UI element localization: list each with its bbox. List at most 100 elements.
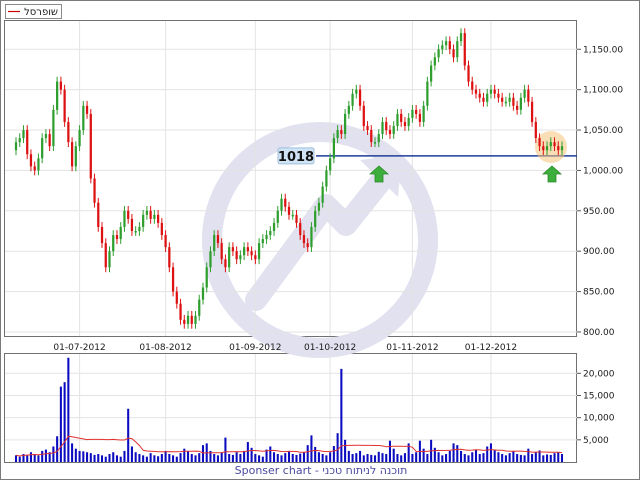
volume-bar xyxy=(224,437,227,462)
volume-bar xyxy=(164,450,167,462)
volume-bar xyxy=(403,453,406,462)
volume-bar xyxy=(359,450,362,462)
volume-bar xyxy=(422,448,425,462)
volume-bar xyxy=(508,453,511,462)
volume-bar xyxy=(269,446,272,462)
volume-bar xyxy=(426,454,429,462)
volume-bar xyxy=(127,408,130,462)
candle xyxy=(52,105,55,152)
volume-bar xyxy=(14,455,18,462)
volume-tick-label: 10,000 xyxy=(583,414,615,424)
volume-bar xyxy=(216,455,219,462)
volume-bar xyxy=(123,450,126,462)
volume-bar xyxy=(501,454,504,462)
volume-bar xyxy=(437,452,440,462)
volume-bar xyxy=(100,455,104,462)
legend-label: שופרסל xyxy=(24,7,58,18)
candle xyxy=(63,84,66,127)
candle xyxy=(70,137,74,172)
price-tick-label: 1,050.00 xyxy=(583,126,623,136)
legend: שופרסל xyxy=(5,4,62,19)
volume-bar xyxy=(138,454,141,462)
volume-bar xyxy=(471,452,474,462)
volume-bar xyxy=(482,453,485,462)
volume-bar xyxy=(168,454,171,462)
date-tick-label: 01-08-2012 xyxy=(139,343,191,353)
candle xyxy=(93,173,96,208)
candle xyxy=(463,28,466,71)
volume-bar xyxy=(332,446,335,462)
volume-bar xyxy=(534,452,537,462)
volume-bar xyxy=(235,452,238,462)
volume-bar xyxy=(497,452,500,462)
volume-bar xyxy=(351,454,354,462)
volume-bar xyxy=(400,455,403,462)
volume-bar xyxy=(280,455,283,462)
volume-bar xyxy=(41,450,44,462)
volume-bar xyxy=(415,452,418,462)
volume-bar xyxy=(86,452,89,462)
volume-bar xyxy=(104,456,107,462)
volume-bar xyxy=(344,439,347,462)
date-tick-label: 01-09-2012 xyxy=(229,343,281,353)
price-tick-label: 850.00 xyxy=(583,288,615,298)
volume-bar xyxy=(261,456,264,462)
candle xyxy=(426,76,429,111)
volume-bar xyxy=(299,453,302,462)
footer-credit: Sponser chart - תוכנה לניתוח טכני xyxy=(235,464,408,477)
support-level-label: 1018 xyxy=(278,150,314,165)
volume-bar xyxy=(37,455,40,462)
volume-bar xyxy=(74,448,77,462)
volume-bar xyxy=(445,454,448,462)
volume-bar xyxy=(26,454,29,462)
volume-bar xyxy=(314,446,317,462)
volume-bar xyxy=(474,449,478,462)
volume-bar xyxy=(52,446,55,462)
volume-bar xyxy=(119,456,122,462)
volume-bar xyxy=(190,454,193,462)
volume-bar xyxy=(493,449,496,462)
volume-bar xyxy=(29,452,32,462)
volume-bar xyxy=(153,455,156,462)
volume-bar xyxy=(489,443,492,462)
volume-bar xyxy=(67,357,70,462)
volume-bar xyxy=(78,450,81,462)
volume-bar xyxy=(186,450,190,462)
volume-bar xyxy=(523,455,526,462)
volume-bar xyxy=(33,454,36,462)
volume-bar xyxy=(336,433,339,462)
price-tick-label: 1,000.00 xyxy=(583,166,623,176)
volume-bar xyxy=(531,454,534,462)
volume-bar xyxy=(71,443,74,462)
price-tick-label: 800.00 xyxy=(583,328,615,338)
volume-bar xyxy=(149,453,152,462)
volume-tick-label: 5,000 xyxy=(583,436,609,446)
volume-bar xyxy=(250,447,253,462)
volume-bar xyxy=(157,456,160,462)
volume-bar xyxy=(115,455,119,462)
volume-bar xyxy=(385,454,388,462)
volume-bar xyxy=(194,455,197,462)
volume-bar xyxy=(231,454,234,462)
candle xyxy=(97,197,100,232)
volume-bar xyxy=(370,454,373,462)
volume-bar xyxy=(340,368,343,462)
volume-bar xyxy=(142,455,145,462)
volume-bar xyxy=(388,440,392,462)
volume-bar xyxy=(243,450,246,462)
volume-bar xyxy=(213,454,216,462)
volume-bar xyxy=(284,453,287,462)
volume-bar xyxy=(459,450,463,462)
volume-bar xyxy=(486,446,489,462)
candle xyxy=(82,100,85,135)
candle xyxy=(104,238,107,273)
volume-bar xyxy=(560,454,564,462)
volume-bar xyxy=(452,443,455,462)
volume-bar xyxy=(89,453,92,462)
volume-bar xyxy=(310,435,313,462)
volume-bar xyxy=(448,450,451,462)
price-tick-label: 1,150.00 xyxy=(583,45,623,55)
volume-bar xyxy=(325,455,328,462)
price-tick-label: 1,100.00 xyxy=(583,86,623,96)
volume-bar xyxy=(175,456,178,462)
